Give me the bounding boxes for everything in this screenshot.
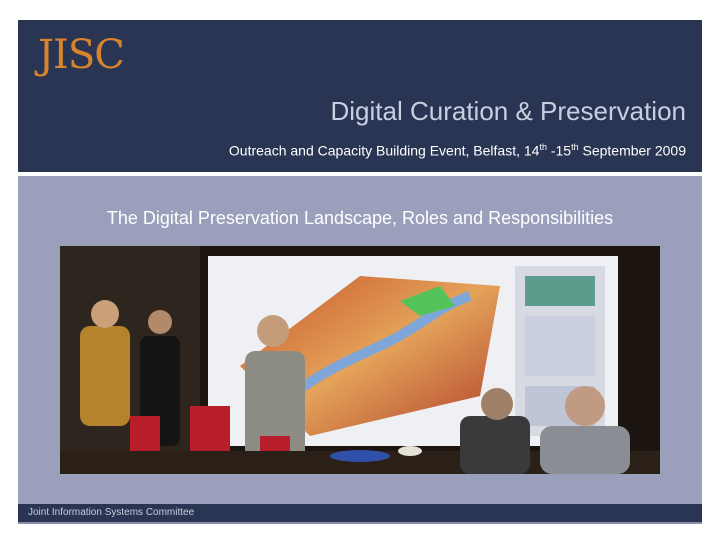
footer-organisation: Joint Information Systems Committee — [28, 507, 195, 518]
header-banner: JISC Digital Curation & Preservation Out… — [18, 20, 702, 172]
visualisation-room-photo — [60, 246, 660, 474]
content-panel: The Digital Preservation Landscape, Role… — [18, 176, 702, 504]
photo-illustration — [60, 246, 660, 474]
event-subtitle: Outreach and Capacity Building Event, Be… — [228, 142, 686, 159]
presentation-title: Digital Curation & Preservation — [330, 96, 687, 126]
footer-bar: Joint Information Systems Committee — [18, 504, 702, 522]
jisc-logo: JISC — [38, 32, 125, 78]
slide-heading: The Digital Preservation Landscape, Role… — [106, 208, 614, 228]
footer-divider — [18, 522, 702, 524]
